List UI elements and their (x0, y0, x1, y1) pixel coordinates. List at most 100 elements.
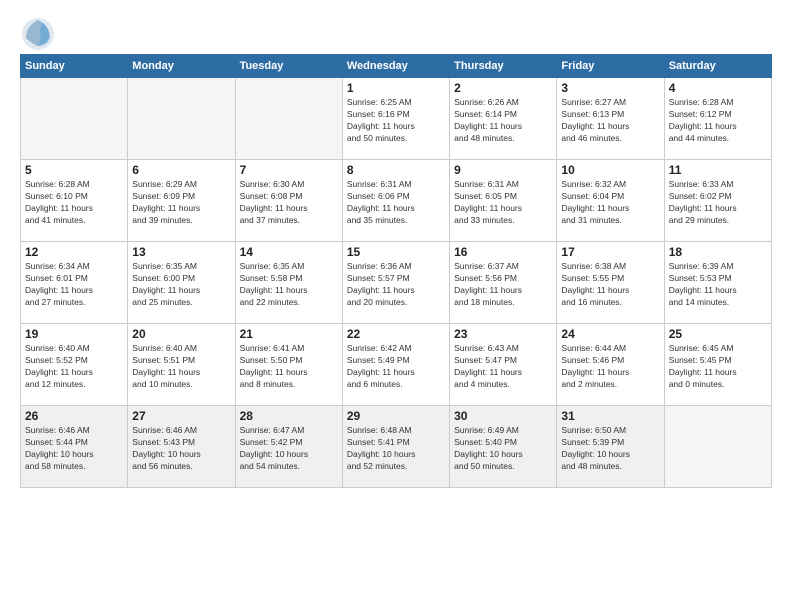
day-number: 17 (561, 245, 659, 259)
weekday-saturday: Saturday (664, 55, 771, 78)
calendar-cell: 13 Sunrise: 6:35 AM Sunset: 6:00 PM Dayli… (128, 242, 235, 324)
day-number: 28 (240, 409, 338, 423)
day-info: Sunrise: 6:49 AM Sunset: 5:40 PM Dayligh… (454, 425, 552, 473)
day-number: 18 (669, 245, 767, 259)
calendar-cell (235, 78, 342, 160)
day-info: Sunrise: 6:50 AM Sunset: 5:39 PM Dayligh… (561, 425, 659, 473)
day-info: Sunrise: 6:35 AM Sunset: 5:58 PM Dayligh… (240, 261, 338, 309)
day-info: Sunrise: 6:43 AM Sunset: 5:47 PM Dayligh… (454, 343, 552, 391)
calendar-cell: 6Sunrise: 6:29 AM Sunset: 6:09 PM Daylig… (128, 160, 235, 242)
logo (20, 16, 56, 48)
day-number: 25 (669, 327, 767, 341)
day-number: 29 (347, 409, 445, 423)
calendar-cell: 30 Sunrise: 6:49 AM Sunset: 5:40 PM Dayli… (450, 406, 557, 488)
day-number: 10 (561, 163, 659, 177)
day-number: 1 (347, 81, 445, 95)
calendar-cell: 8 Sunrise: 6:31 AM Sunset: 6:06 PM Daylig… (342, 160, 449, 242)
calendar-cell: 20 Sunrise: 6:40 AM Sunset: 5:51 PM Dayli… (128, 324, 235, 406)
day-number: 2 (454, 81, 552, 95)
day-info: Sunrise: 6:26 AM Sunset: 6:14 PM Dayligh… (454, 97, 552, 145)
day-number: 19 (25, 327, 123, 341)
calendar-cell: 11Sunrise: 6:33 AM Sunset: 6:02 PM Dayli… (664, 160, 771, 242)
calendar-cell: 31 Sunrise: 6:50 AM Sunset: 5:39 PM Dayli… (557, 406, 664, 488)
day-info: Sunrise: 6:48 AM Sunset: 5:41 PM Dayligh… (347, 425, 445, 473)
day-number: 20 (132, 327, 230, 341)
weekday-sunday: Sunday (21, 55, 128, 78)
calendar-table: SundayMondayTuesdayWednesdayThursdayFrid… (20, 54, 772, 488)
calendar-cell: 19 Sunrise: 6:40 AM Sunset: 5:52 PM Dayli… (21, 324, 128, 406)
calendar-cell: 18 Sunrise: 6:39 AM Sunset: 5:53 PM Dayli… (664, 242, 771, 324)
calendar-cell: 24 Sunrise: 6:44 AM Sunset: 5:46 PM Dayli… (557, 324, 664, 406)
calendar-cell (128, 78, 235, 160)
day-info: Sunrise: 6:35 AM Sunset: 6:00 PM Dayligh… (132, 261, 230, 309)
day-info: Sunrise: 6:36 AM Sunset: 5:57 PM Dayligh… (347, 261, 445, 309)
calendar-cell: 21Sunrise: 6:41 AM Sunset: 5:50 PM Dayli… (235, 324, 342, 406)
calendar-cell (664, 406, 771, 488)
weekday-tuesday: Tuesday (235, 55, 342, 78)
week-row-2: 5 Sunrise: 6:28 AM Sunset: 6:10 PM Daylig… (21, 160, 772, 242)
calendar-cell: 9 Sunrise: 6:31 AM Sunset: 6:05 PM Daylig… (450, 160, 557, 242)
calendar-cell: 16Sunrise: 6:37 AM Sunset: 5:56 PM Dayli… (450, 242, 557, 324)
day-number: 23 (454, 327, 552, 341)
day-number: 4 (669, 81, 767, 95)
day-info: Sunrise: 6:44 AM Sunset: 5:46 PM Dayligh… (561, 343, 659, 391)
day-info: Sunrise: 6:40 AM Sunset: 5:52 PM Dayligh… (25, 343, 123, 391)
header (20, 16, 772, 48)
day-info: Sunrise: 6:31 AM Sunset: 6:06 PM Dayligh… (347, 179, 445, 227)
day-info: Sunrise: 6:28 AM Sunset: 6:10 PM Dayligh… (25, 179, 123, 227)
calendar-container: SundayMondayTuesdayWednesdayThursdayFrid… (0, 0, 792, 612)
calendar-cell: 23 Sunrise: 6:43 AM Sunset: 5:47 PM Dayli… (450, 324, 557, 406)
day-number: 9 (454, 163, 552, 177)
day-number: 14 (240, 245, 338, 259)
day-info: Sunrise: 6:32 AM Sunset: 6:04 PM Dayligh… (561, 179, 659, 227)
calendar-cell: 28Sunrise: 6:47 AM Sunset: 5:42 PM Dayli… (235, 406, 342, 488)
calendar-cell: 14 Sunrise: 6:35 AM Sunset: 5:58 PM Dayli… (235, 242, 342, 324)
calendar-cell: 22 Sunrise: 6:42 AM Sunset: 5:49 PM Dayli… (342, 324, 449, 406)
day-info: Sunrise: 6:45 AM Sunset: 5:45 PM Dayligh… (669, 343, 767, 391)
day-info: Sunrise: 6:31 AM Sunset: 6:05 PM Dayligh… (454, 179, 552, 227)
calendar-cell: 2 Sunrise: 6:26 AM Sunset: 6:14 PM Daylig… (450, 78, 557, 160)
day-info: Sunrise: 6:27 AM Sunset: 6:13 PM Dayligh… (561, 97, 659, 145)
day-number: 13 (132, 245, 230, 259)
day-number: 15 (347, 245, 445, 259)
calendar-cell: 3Sunrise: 6:27 AM Sunset: 6:13 PM Daylig… (557, 78, 664, 160)
weekday-header-row: SundayMondayTuesdayWednesdayThursdayFrid… (21, 55, 772, 78)
day-info: Sunrise: 6:46 AM Sunset: 5:44 PM Dayligh… (25, 425, 123, 473)
day-number: 22 (347, 327, 445, 341)
day-number: 8 (347, 163, 445, 177)
calendar-cell: 7 Sunrise: 6:30 AM Sunset: 6:08 PM Daylig… (235, 160, 342, 242)
day-number: 30 (454, 409, 552, 423)
weekday-monday: Monday (128, 55, 235, 78)
day-number: 31 (561, 409, 659, 423)
calendar-cell: 1 Sunrise: 6:25 AM Sunset: 6:16 PM Daylig… (342, 78, 449, 160)
day-info: Sunrise: 6:39 AM Sunset: 5:53 PM Dayligh… (669, 261, 767, 309)
calendar-cell: 27Sunrise: 6:46 AM Sunset: 5:43 PM Dayli… (128, 406, 235, 488)
day-number: 5 (25, 163, 123, 177)
day-number: 21 (240, 327, 338, 341)
day-info: Sunrise: 6:40 AM Sunset: 5:51 PM Dayligh… (132, 343, 230, 391)
day-info: Sunrise: 6:25 AM Sunset: 6:16 PM Dayligh… (347, 97, 445, 145)
day-info: Sunrise: 6:38 AM Sunset: 5:55 PM Dayligh… (561, 261, 659, 309)
weekday-wednesday: Wednesday (342, 55, 449, 78)
week-row-4: 19 Sunrise: 6:40 AM Sunset: 5:52 PM Dayli… (21, 324, 772, 406)
day-number: 27 (132, 409, 230, 423)
week-row-3: 12Sunrise: 6:34 AM Sunset: 6:01 PM Dayli… (21, 242, 772, 324)
day-number: 24 (561, 327, 659, 341)
calendar-cell: 15 Sunrise: 6:36 AM Sunset: 5:57 PM Dayli… (342, 242, 449, 324)
day-number: 7 (240, 163, 338, 177)
day-info: Sunrise: 6:28 AM Sunset: 6:12 PM Dayligh… (669, 97, 767, 145)
calendar-cell: 26Sunrise: 6:46 AM Sunset: 5:44 PM Dayli… (21, 406, 128, 488)
day-info: Sunrise: 6:30 AM Sunset: 6:08 PM Dayligh… (240, 179, 338, 227)
day-info: Sunrise: 6:29 AM Sunset: 6:09 PM Dayligh… (132, 179, 230, 227)
calendar-cell: 25 Sunrise: 6:45 AM Sunset: 5:45 PM Dayli… (664, 324, 771, 406)
weekday-thursday: Thursday (450, 55, 557, 78)
logo-icon (20, 16, 52, 48)
day-number: 11 (669, 163, 767, 177)
calendar-cell: 10 Sunrise: 6:32 AM Sunset: 6:04 PM Dayli… (557, 160, 664, 242)
day-number: 12 (25, 245, 123, 259)
calendar-cell: 12Sunrise: 6:34 AM Sunset: 6:01 PM Dayli… (21, 242, 128, 324)
calendar-cell: 17 Sunrise: 6:38 AM Sunset: 5:55 PM Dayli… (557, 242, 664, 324)
day-number: 16 (454, 245, 552, 259)
weekday-friday: Friday (557, 55, 664, 78)
day-info: Sunrise: 6:42 AM Sunset: 5:49 PM Dayligh… (347, 343, 445, 391)
